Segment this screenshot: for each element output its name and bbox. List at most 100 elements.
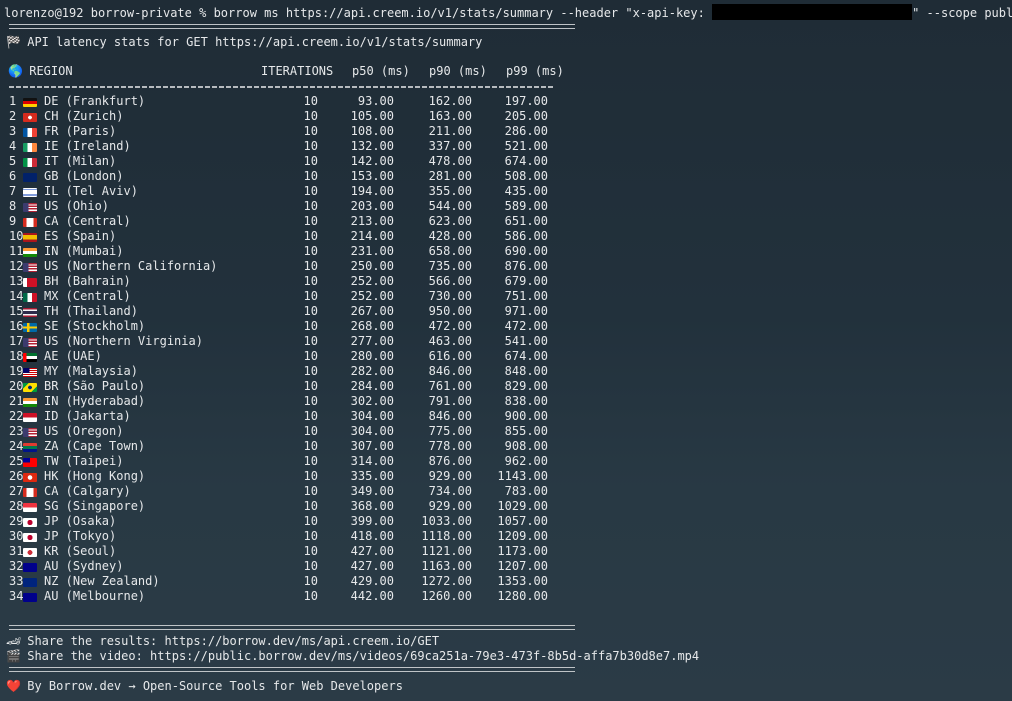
redacted-api-key	[712, 4, 913, 20]
share-video-text[interactable]: Share the video: https://public.borrow.d…	[27, 649, 699, 663]
flag-ae-icon	[23, 353, 37, 362]
p99-value: 1207.00	[497, 559, 548, 573]
p50-value: 302.00	[350, 394, 394, 408]
region-name: BR (São Paulo)	[44, 379, 146, 393]
p50-value: 314.00	[350, 454, 394, 468]
p90-value: 950.00	[428, 304, 472, 318]
share-video-line[interactable]: 🎬 Share the video: https://public.borrow…	[6, 649, 699, 664]
region-name: US (Northern California)	[44, 259, 218, 273]
footer-text: By Borrow.dev → Open-Source Tools for We…	[27, 679, 403, 693]
row-index: 9	[9, 214, 17, 228]
share-results-text[interactable]: Share the results: https://borrow.dev/ms…	[27, 634, 439, 648]
flag-it-icon	[23, 158, 37, 167]
p99-value: 690.00	[504, 244, 548, 258]
table-row: 14 MX (Central) 10 252.00 730.00 751.00	[0, 289, 600, 304]
p50-value: 349.00	[350, 484, 394, 498]
p99-value: 848.00	[504, 364, 548, 378]
row-index: 21	[9, 394, 24, 408]
flag-us-icon	[23, 203, 37, 212]
iterations-value: 10	[303, 304, 318, 318]
flag-ch-icon	[23, 113, 37, 122]
stats-title-text: API latency stats for GET https://api.cr…	[27, 35, 483, 49]
region-name: ID (Jakarta)	[44, 409, 131, 423]
row-index: 24	[9, 439, 24, 453]
flag-in-icon	[23, 398, 37, 407]
p50-value: 132.00	[350, 139, 394, 153]
flag-bh-icon	[23, 278, 37, 287]
table-row: 4 IE (Ireland) 10 132.00 337.00 521.00	[0, 139, 600, 154]
prompt-user-host: lorenzo@192	[4, 6, 84, 20]
iterations-value: 10	[303, 364, 318, 378]
iterations-value: 10	[303, 379, 318, 393]
flag-au-icon	[23, 593, 37, 602]
row-index: 19	[9, 364, 24, 378]
double-rule-middle	[9, 625, 575, 631]
terminal-window[interactable]: lorenzo@192 borrow-private % borrow ms h…	[0, 0, 1012, 701]
iterations-value: 10	[303, 574, 318, 588]
p99-value: 586.00	[504, 229, 548, 243]
row-index: 6	[9, 169, 17, 183]
p90-value: 846.00	[428, 364, 472, 378]
p90-value: 623.00	[428, 214, 472, 228]
p99-value: 651.00	[504, 214, 548, 228]
flag-sg-icon	[23, 503, 37, 512]
p50-value: 105.00	[350, 109, 394, 123]
flag-au-icon	[23, 563, 37, 572]
p99-value: 838.00	[504, 394, 548, 408]
row-index: 30	[9, 529, 24, 543]
iterations-value: 10	[303, 139, 318, 153]
p90-value: 734.00	[428, 484, 472, 498]
clapper-board-icon: 🎬	[6, 649, 21, 663]
p90-value: 544.00	[428, 199, 472, 213]
p90-header: p90 (ms)	[429, 64, 487, 78]
iterations-value: 10	[303, 589, 318, 603]
p50-value: 252.00	[350, 274, 394, 288]
table-row: 2 CH (Zurich) 10 105.00 163.00 205.00	[0, 109, 600, 124]
p90-value: 163.00	[428, 109, 472, 123]
p90-value: 929.00	[428, 499, 472, 513]
region-name: AE (UAE)	[44, 349, 102, 363]
flag-nz-icon	[23, 578, 37, 587]
p99-value: 286.00	[504, 124, 548, 138]
iterations-value: 10	[303, 289, 318, 303]
flag-us-icon	[23, 338, 37, 347]
iterations-value: 10	[303, 124, 318, 138]
p50-value: 280.00	[350, 349, 394, 363]
iterations-value: 10	[303, 214, 318, 228]
row-index: 28	[9, 499, 24, 513]
p99-value: 783.00	[504, 484, 548, 498]
p90-value: 846.00	[428, 409, 472, 423]
region-name: ES (Spain)	[44, 229, 117, 243]
row-index: 22	[9, 409, 24, 423]
p99-value: 876.00	[504, 259, 548, 273]
flag-id-icon	[23, 413, 37, 422]
p99-value: 1353.00	[497, 574, 548, 588]
row-index: 10	[9, 229, 24, 243]
row-index: 25	[9, 454, 24, 468]
p99-value: 1209.00	[497, 529, 548, 543]
stats-title: 🏁 API latency stats for GET https://api.…	[6, 35, 482, 50]
p90-value: 1272.00	[421, 574, 472, 588]
table-row: 32 AU (Sydney) 10 427.00 1163.00 1207.00	[0, 559, 600, 574]
p90-value: 761.00	[428, 379, 472, 393]
flag-ca-icon	[23, 488, 37, 497]
row-index: 5	[9, 154, 17, 168]
flag-gb-icon	[23, 173, 37, 182]
table-row: 26 HK (Hong Kong) 10 335.00 929.00 1143.00	[0, 469, 600, 484]
iterations-value: 10	[303, 94, 318, 108]
iterations-value: 10	[303, 184, 318, 198]
iterations-value: 10	[303, 109, 318, 123]
flag-se-icon	[23, 323, 37, 332]
flag-jp-icon	[23, 518, 37, 527]
region-name: KR (Seoul)	[44, 544, 117, 558]
flag-mx-icon	[23, 293, 37, 302]
region-name: BH (Bahrain)	[44, 274, 131, 288]
race-car-icon: 🏎	[6, 634, 22, 648]
table-row: 17 US (Northern Virginia) 10 277.00 463.00 54…	[0, 334, 600, 349]
iterations-value: 10	[303, 469, 318, 483]
table-row: 6 GB (London) 10 153.00 281.00 508.00	[0, 169, 600, 184]
row-index: 31	[9, 544, 24, 558]
footer-line: ❤️ By Borrow.dev → Open-Source Tools for…	[6, 679, 403, 694]
table-row: 9 CA (Central) 10 213.00 623.00 651.00	[0, 214, 600, 229]
share-results-line[interactable]: 🏎 Share the results: https://borrow.dev/…	[6, 634, 439, 649]
